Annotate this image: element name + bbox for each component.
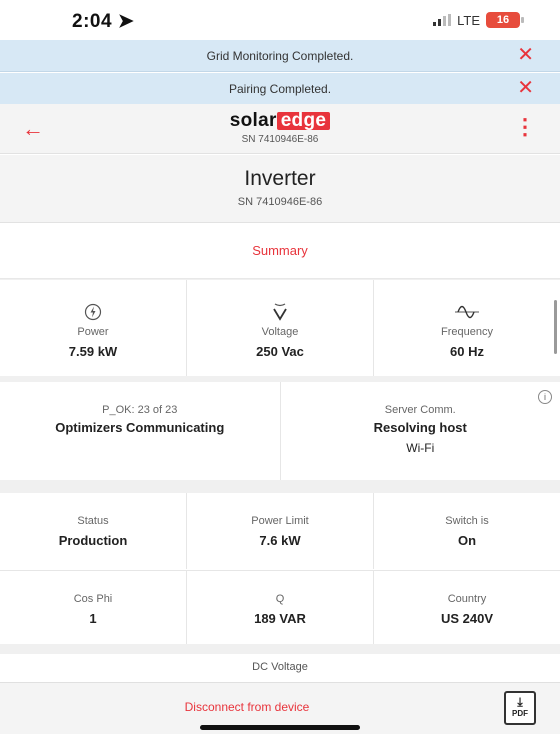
- banner-pairing: Pairing Completed. ✕: [0, 73, 560, 105]
- more-menu-icon[interactable]: ⋮: [514, 114, 536, 140]
- metric-power: Power 7.59 kW: [0, 280, 186, 376]
- close-icon[interactable]: ✕: [517, 44, 534, 66]
- detail-q: Q 189 VAR: [186, 571, 373, 644]
- download-arrow-icon: ⤓: [517, 695, 523, 709]
- page-title: Inverter: [244, 167, 316, 190]
- metric-value: 60 Hz: [450, 344, 484, 359]
- divider: [0, 480, 560, 493]
- detail-value: 189 VAR: [254, 611, 306, 626]
- metric-label: Voltage: [261, 326, 299, 338]
- status-bar: 2:04 ➤ LTE 16: [0, 0, 560, 40]
- status-indicators: LTE 16: [433, 12, 524, 28]
- communication-row: P_OK: 23 of 23 Optimizers Communicating …: [0, 382, 560, 480]
- details-row-2: Cos Phi 1 Q 189 VAR Country US 240V: [0, 570, 560, 644]
- detail-value: 7.6 kW: [259, 533, 301, 548]
- home-indicator[interactable]: [200, 725, 360, 730]
- optimizers-label: P_OK: 23 of 23: [102, 404, 178, 416]
- optimizers-cell: P_OK: 23 of 23 Optimizers Communicating: [0, 382, 280, 480]
- detail-value: Production: [58, 533, 128, 548]
- device-title-block: Inverter SN 7410946E-86: [0, 155, 560, 223]
- detail-cos-phi: Cos Phi 1: [0, 571, 186, 644]
- scrollbar[interactable]: [554, 300, 557, 354]
- close-icon[interactable]: ✕: [517, 77, 534, 99]
- metric-label: Power: [77, 326, 109, 338]
- detail-label: Country: [447, 593, 487, 605]
- frequency-wave-icon: [374, 302, 560, 322]
- metric-frequency: Frequency 60 Hz: [373, 280, 560, 376]
- info-icon[interactable]: i: [538, 390, 552, 404]
- detail-label: Q: [275, 593, 285, 605]
- detail-switch: Switch is On: [373, 493, 560, 569]
- device-serial: SN 7410946E-86: [237, 196, 323, 208]
- detail-label: Power Limit: [251, 515, 309, 527]
- pdf-download-button[interactable]: ⤓ PDF: [504, 691, 536, 725]
- voltage-icon: [187, 302, 373, 322]
- detail-power-limit: Power Limit 7.6 kW: [186, 493, 373, 569]
- status-time: 2:04 ➤: [72, 10, 134, 33]
- disconnect-button[interactable]: Disconnect from device: [0, 683, 494, 731]
- server-comm-value: Resolving host: [373, 420, 467, 435]
- time-text: 2:04: [72, 11, 113, 32]
- detail-label: Status: [77, 515, 109, 527]
- server-comm-cell[interactable]: i Server Comm. Resolving host Wi-Fi: [279, 382, 560, 480]
- server-comm-label: Server Comm.: [384, 404, 456, 416]
- logo-edge: edge: [276, 111, 331, 130]
- dc-voltage-label: DC Voltage: [0, 654, 560, 682]
- summary-link[interactable]: Summary: [0, 223, 560, 279]
- detail-status: Status Production: [0, 493, 186, 569]
- metric-voltage: Voltage 250 Vac: [186, 280, 373, 376]
- banner-text: Pairing Completed.: [228, 81, 332, 96]
- signal-icon: [433, 14, 452, 26]
- metrics-row: Power 7.59 kW Voltage 250 Vac Frequency …: [0, 280, 560, 376]
- detail-value: 1: [89, 611, 97, 626]
- header-serial: SN 7410946E-86: [241, 134, 319, 145]
- bottom-bar: Disconnect from device ⤓ PDF: [0, 682, 560, 734]
- detail-label: Switch is: [445, 515, 489, 527]
- banner-text: Grid Monitoring Completed.: [206, 48, 354, 63]
- logo-solar: solar: [229, 110, 277, 131]
- divider: [0, 644, 560, 654]
- banner-grid-monitoring: Grid Monitoring Completed. ✕: [0, 40, 560, 72]
- metric-label: Frequency: [441, 326, 493, 338]
- optimizers-value: Optimizers Communicating: [55, 420, 225, 435]
- server-comm-sub: Wi-Fi: [406, 441, 435, 455]
- power-bolt-icon: [0, 302, 186, 322]
- network-type: LTE: [457, 12, 480, 28]
- battery-icon: 16: [486, 12, 524, 28]
- app-header: ← solar edge SN 7410946E-86 ⋮: [0, 104, 560, 154]
- location-arrow-icon: ➤: [117, 11, 135, 32]
- pdf-label: PDF: [512, 709, 528, 718]
- solaredge-logo: solar edge: [0, 110, 560, 132]
- detail-value: US 240V: [440, 611, 494, 626]
- detail-country: Country US 240V: [373, 571, 560, 644]
- detail-label: Cos Phi: [73, 593, 113, 605]
- detail-value: On: [457, 533, 477, 548]
- details-row-1: Status Production Power Limit 7.6 kW Swi…: [0, 493, 560, 569]
- metric-value: 250 Vac: [256, 344, 304, 359]
- metric-value: 7.59 kW: [68, 344, 118, 359]
